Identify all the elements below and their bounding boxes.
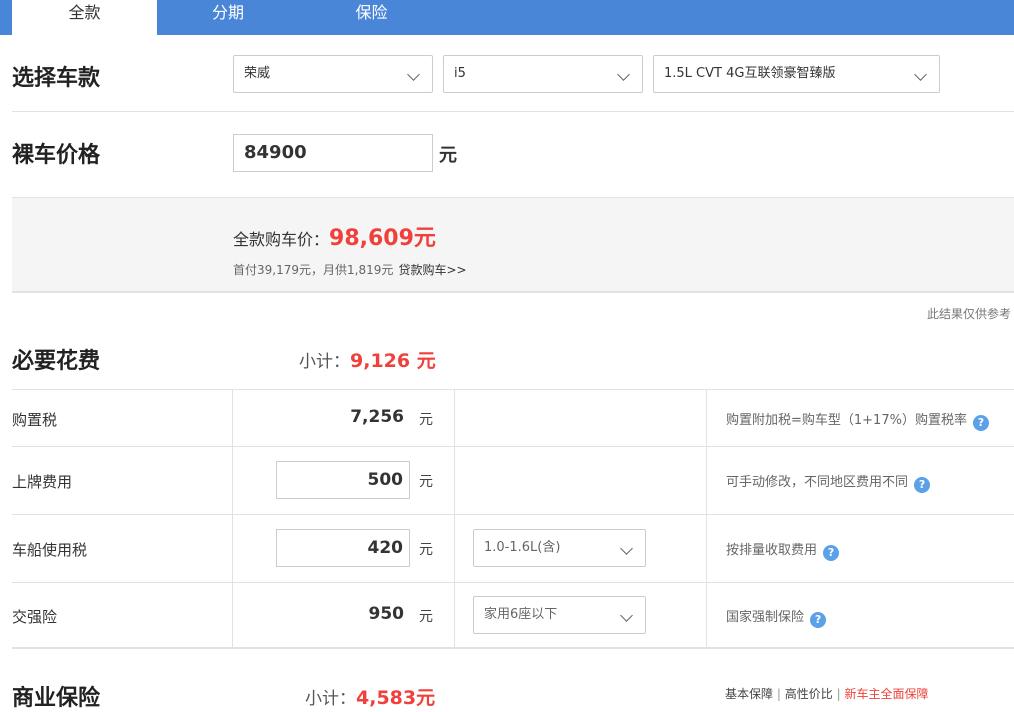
link-separator: | xyxy=(836,687,841,701)
plan-basic-link[interactable]: 基本保障 xyxy=(725,687,773,701)
col-divider xyxy=(454,389,455,647)
vehicle-tax-unit: 元 xyxy=(419,542,433,558)
plate-fee-unit: 元 xyxy=(419,474,433,490)
purchase-tax-note: 购置附加税=购车型（1+17%）购置税率? xyxy=(726,409,989,431)
compulsory-insurance-unit: 元 xyxy=(419,609,433,625)
total-label: 全款购车价： xyxy=(233,230,330,249)
displacement-select-value: 1.0-1.6L(含) xyxy=(484,540,561,555)
subtotal-label: 小计： xyxy=(299,352,350,372)
loan-link[interactable]: 贷款购车>> xyxy=(398,263,466,277)
seat-select[interactable]: 家用6座以下 xyxy=(473,596,646,634)
link-separator: | xyxy=(776,687,781,701)
insurance-plan-links: 基本保障 | 高性价比 | 新车主全面保障 xyxy=(725,685,928,702)
necessary-subtotal: 小计：9,126 元 xyxy=(299,346,436,373)
row-divider xyxy=(12,446,1014,447)
plan-value-link[interactable]: 高性价比 xyxy=(785,687,833,701)
row-divider xyxy=(12,582,1014,583)
plan-full-link[interactable]: 新车主全面保障 xyxy=(844,687,928,701)
payment-line: 首付39,179元，月供1,819元 贷款购车>> xyxy=(233,259,467,278)
plate-fee-note: 可手动修改，不同地区费用不同? xyxy=(726,471,931,493)
plate-fee-note-text: 可手动修改，不同地区费用不同 xyxy=(726,475,909,490)
row-label-vehicle-tax: 车船使用税 xyxy=(12,541,88,559)
chevron-down-icon xyxy=(617,68,630,81)
disclaimer: 此结果仅供参考 xyxy=(926,307,1011,321)
summary-panel: 全款购车价：98,609元 首付39,179元，月供1,819元 贷款购车>> xyxy=(12,197,1014,293)
compulsory-insurance-note: 国家强制保险? xyxy=(726,606,827,628)
table-bottom-border xyxy=(12,647,1014,649)
payment-detail: 首付39,179元，月供1,819元 xyxy=(233,263,394,277)
row-label-plate-fee: 上牌费用 xyxy=(12,473,73,491)
vehicle-tax-input[interactable]: 420 xyxy=(276,529,410,567)
price-input[interactable]: 84900 xyxy=(233,134,433,172)
chevron-down-icon xyxy=(407,68,420,81)
tab-installment[interactable]: 分期 xyxy=(157,0,299,35)
total-price: 98,609元 xyxy=(329,226,436,251)
compulsory-insurance-note-text: 国家强制保险 xyxy=(726,610,805,625)
row-label-compulsory-insurance: 交强险 xyxy=(12,608,58,626)
plate-fee-input[interactable]: 500 xyxy=(276,461,410,499)
row-label-purchase-tax: 购置税 xyxy=(12,411,58,429)
tab-bar: 全款 分期 保险 xyxy=(0,0,1014,36)
table-top-border xyxy=(12,389,1014,390)
model-select-value: i5 xyxy=(454,66,466,81)
commercial-subtotal: 小计：4,583元 xyxy=(305,683,435,710)
vehicle-tax-note-text: 按排量收取费用 xyxy=(726,543,818,558)
help-icon[interactable]: ? xyxy=(810,612,827,628)
chevron-down-icon xyxy=(914,68,927,81)
col-divider xyxy=(706,389,707,647)
compulsory-insurance-amount: 950 xyxy=(368,604,405,624)
chevron-down-icon xyxy=(620,609,633,622)
model-select[interactable]: i5 xyxy=(443,55,643,93)
select-car-title: 选择车款 xyxy=(12,66,101,91)
price-title: 裸车价格 xyxy=(12,143,101,168)
help-icon[interactable]: ? xyxy=(823,545,840,561)
brand-select[interactable]: 荣威 xyxy=(233,55,433,93)
subtotal-value: 4,583元 xyxy=(356,687,436,709)
seat-select-value: 家用6座以下 xyxy=(484,607,558,622)
subtotal-value: 9,126 元 xyxy=(350,350,436,372)
purchase-tax-amount: 7,256 xyxy=(350,407,404,427)
version-select-value: 1.5L CVT 4G互联领豪智臻版 xyxy=(664,66,836,81)
subtotal-label: 小计： xyxy=(305,689,356,709)
row-divider xyxy=(12,514,1014,515)
purchase-tax-unit: 元 xyxy=(419,412,433,428)
displacement-select[interactable]: 1.0-1.6L(含) xyxy=(473,529,646,567)
version-select[interactable]: 1.5L CVT 4G互联领豪智臻版 xyxy=(653,55,940,93)
brand-select-value: 荣威 xyxy=(244,66,271,81)
col-divider xyxy=(232,389,233,647)
help-icon[interactable]: ? xyxy=(914,477,931,493)
chevron-down-icon xyxy=(620,542,633,555)
commercial-title: 商业保险 xyxy=(12,686,101,711)
divider xyxy=(12,111,1014,112)
purchase-tax-note-text: 购置附加税=购车型（1+17%）购置税率 xyxy=(726,413,967,428)
price-unit: 元 xyxy=(439,145,457,166)
necessary-title: 必要花费 xyxy=(12,349,101,374)
tab-full-payment[interactable]: 全款 xyxy=(12,0,157,36)
vehicle-tax-note: 按排量收取费用? xyxy=(726,539,840,561)
total-line: 全款购车价：98,609元 xyxy=(233,220,436,252)
help-icon[interactable]: ? xyxy=(972,415,989,431)
tab-insurance[interactable]: 保险 xyxy=(299,0,444,35)
